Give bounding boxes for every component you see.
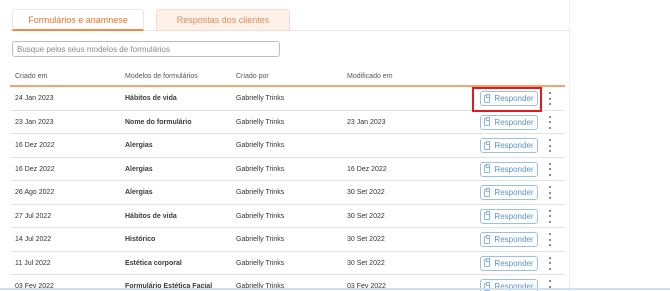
cell-created: 27 Jul 2022 [15,212,52,220]
cell-author: Gabrielly Trinks [236,118,285,126]
more-vertical-icon[interactable] [547,233,553,246]
cell-created: 16 Dez 2022 [15,142,55,149]
cell-model[interactable]: Alergias [125,142,153,149]
cell-model[interactable]: Nome do formulário [125,119,192,126]
responder-button[interactable]: Responder [480,255,538,271]
cell-author: Gabrielly Trinks [236,95,285,102]
cell-created: 23 Jan 2023 [15,118,54,126]
table-body: 24 Jan 2023 Hábitos de vida Gabrielly Trin… [10,87,565,291]
more-vertical-icon[interactable] [547,115,553,129]
cell-modified: 16 Dez 2022 [347,165,387,173]
table-row: 27 Jul 2022 Hábitos de vida Gabrielly Trin… [10,205,565,228]
table-header: Criado em Modelos de formulários Criado … [10,68,565,87]
cell-created: 16 Dez 2022 [15,165,55,173]
tab-formularios[interactable]: Formulários e anamnese [12,9,144,31]
responder-label: Responder [494,235,534,244]
header-created[interactable]: Criado em [15,73,47,80]
cell-modified: 30 Set 2022 [347,189,385,196]
cell-created: 11 Jul 2022 [15,259,51,267]
cell-modified: 30 Set 2022 [347,212,385,220]
cell-model[interactable]: Alergias [125,166,153,173]
header-modified[interactable]: Modificado em [347,73,393,80]
responder-label: Responder [494,188,534,197]
search-input[interactable] [12,41,280,57]
cell-author: Gabrielly Trinks [236,142,285,149]
more-vertical-icon[interactable] [547,92,553,105]
header-author[interactable]: Criado por [236,73,269,80]
cell-model[interactable]: Alergias [125,189,153,196]
responder-button[interactable]: Responder [480,161,538,177]
table-row: 16 Dez 2022 Alergias Gabrielly Trinks 16 De… [10,158,565,181]
page-edge-divider [569,0,570,291]
more-vertical-icon[interactable] [547,209,553,223]
clipboard-icon [484,140,491,150]
more-vertical-icon[interactable] [547,162,553,176]
table-row: 16 Dez 2022 Alergias Gabrielly Trinks Respo… [10,134,565,158]
responder-label: Responder [494,258,534,268]
cell-author: Gabrielly Trinks [236,165,285,173]
clipboard-icon [484,117,491,126]
responder-label: Responder [494,117,534,127]
table-row: 23 Jan 2023 Nome do formulário Gabrielly T… [10,111,565,134]
more-vertical-icon[interactable] [547,139,553,152]
responder-button[interactable]: Responder [480,114,538,130]
cell-author: Gabrielly Trinks [236,259,285,267]
bottom-scroll-edge [0,288,670,290]
table-row: 14 Jul 2022 Histórico Gabrielly Trinks 30 S… [10,228,565,252]
responder-label: Responder [494,211,534,221]
table-row: 11 Jul 2022 Estética corporal Gabrielly Tr… [10,252,565,275]
responder-button[interactable]: Responder [480,208,538,224]
responder-label: Responder [494,141,534,150]
responder-button[interactable]: Responder [480,138,538,153]
clipboard-icon [484,258,491,267]
more-vertical-icon[interactable] [547,186,553,199]
highlight-box [472,87,542,112]
cell-author: Gabrielly Trinks [236,212,285,220]
more-vertical-icon[interactable] [547,256,553,270]
cell-created: 14 Jul 2022 [15,236,52,243]
responder-label: Responder [494,164,534,174]
clipboard-icon [484,164,491,173]
cell-author: Gabrielly Trinks [236,189,285,196]
tab-respostas[interactable]: Respostas dos clientes [156,9,290,31]
header-model[interactable]: Modelos de formulários [125,73,198,80]
cell-model[interactable]: Estética corporal [125,260,182,267]
cell-model[interactable]: Histórico [125,236,155,243]
cell-modified: 30 Set 2022 [347,236,385,243]
responder-button[interactable]: Responder [480,232,538,247]
cell-modified: 30 Set 2022 [347,259,385,267]
cell-modified: 23 Jan 2023 [347,118,386,126]
clipboard-icon [484,211,491,220]
cell-model[interactable]: Hábitos de vida [125,213,177,220]
tab-bar: Formulários e anamnese Respostas dos cli… [10,9,570,31]
cell-author: Gabrielly Trinks [236,236,285,243]
clipboard-icon [484,187,491,197]
table-row: 26 Ago 2022 Alergias Gabrielly Trinks 30 Se… [10,181,565,205]
cell-model[interactable]: Hábitos de vida [125,95,177,102]
cell-created: 26 Ago 2022 [15,189,55,196]
cell-created: 24 Jan 2023 [15,95,54,102]
responder-button[interactable]: Responder [480,185,538,200]
clipboard-icon [484,234,491,244]
